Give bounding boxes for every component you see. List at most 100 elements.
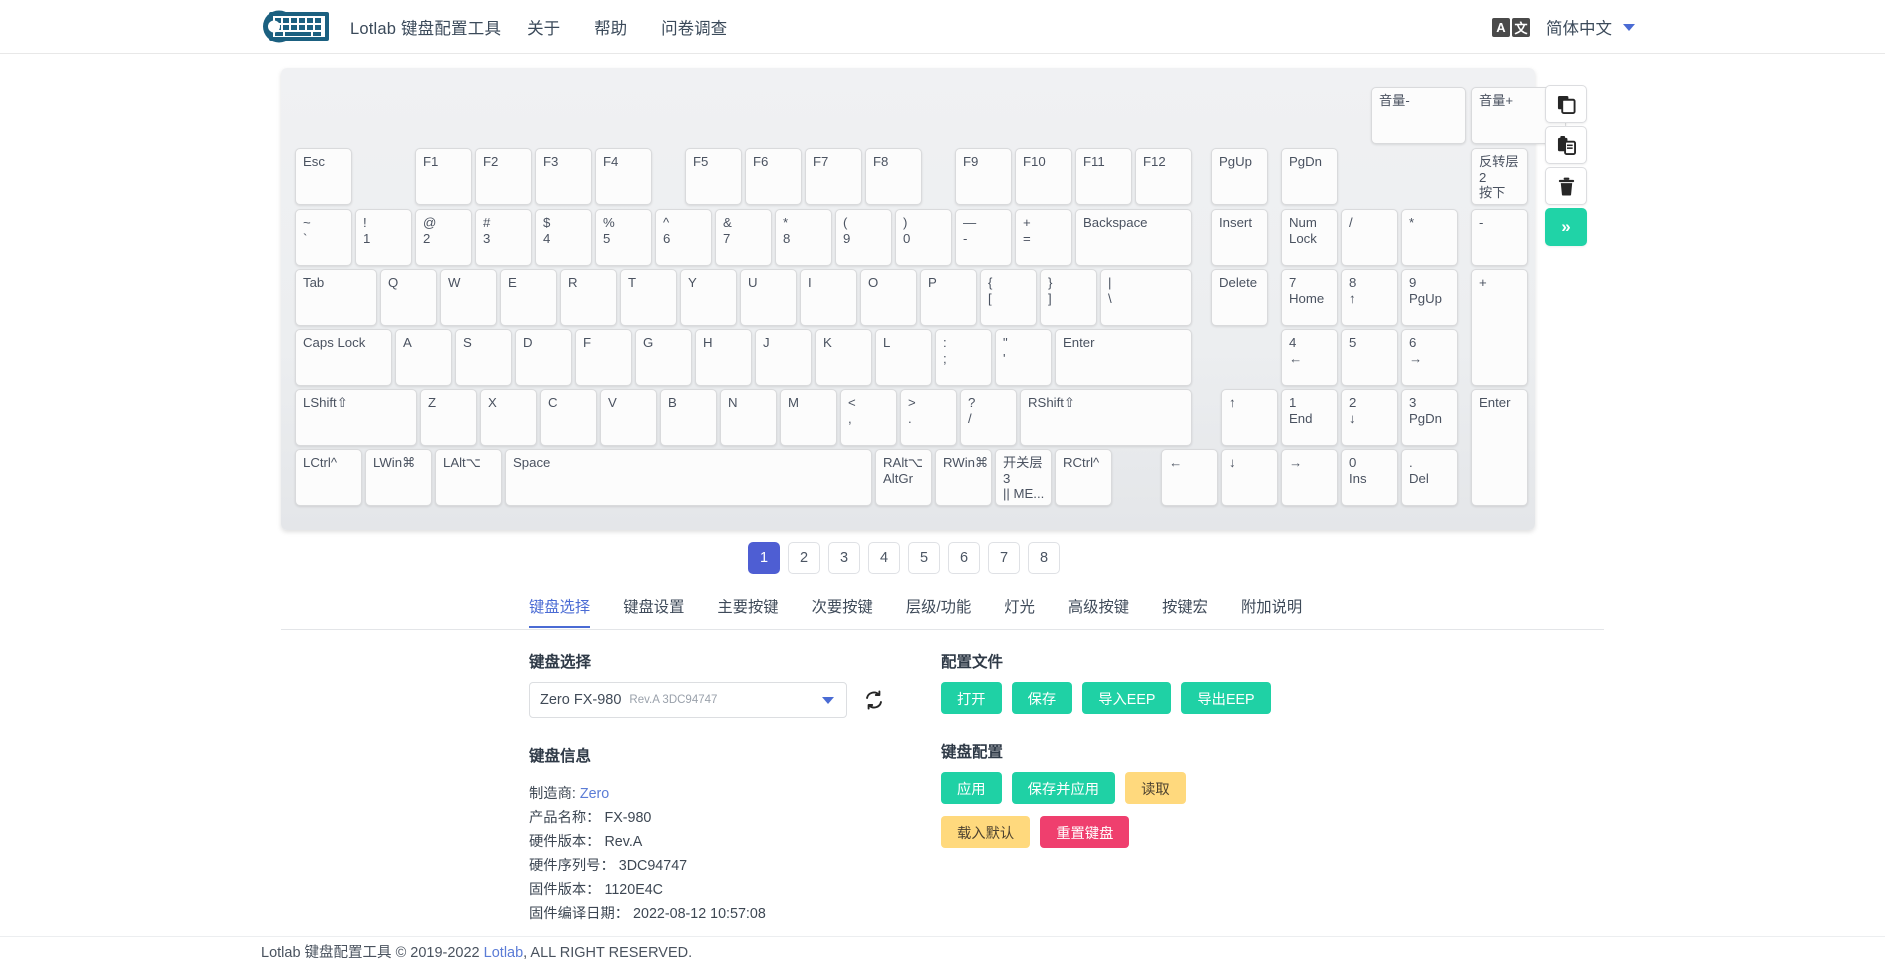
- keyboard-key[interactable]: X: [480, 389, 537, 446]
- keyboard-key[interactable]: F7: [805, 148, 862, 205]
- keyboard-key[interactable]: LShift⇧: [295, 389, 417, 446]
- action-button[interactable]: 导入EEP: [1082, 682, 1172, 714]
- keyboard-key[interactable]: 2 ↓: [1341, 389, 1398, 446]
- keyboard-key[interactable]: C: [540, 389, 597, 446]
- keyboard-key[interactable]: Y: [680, 269, 737, 326]
- keyboard-key[interactable]: 9 PgUp: [1401, 269, 1458, 326]
- keyboard-key[interactable]: F12: [1135, 148, 1192, 205]
- paste-icon[interactable]: [1545, 126, 1587, 164]
- nav-link-about[interactable]: 关于: [527, 15, 560, 39]
- keyboard-select-dropdown[interactable]: Zero FX-980 Rev.A 3DC94747: [529, 682, 847, 718]
- action-button[interactable]: 应用: [941, 772, 1002, 804]
- tab-3[interactable]: 次要按键: [812, 593, 873, 628]
- keyboard-key[interactable]: RShift⇧: [1020, 389, 1192, 446]
- tab-5[interactable]: 灯光: [1004, 593, 1035, 628]
- keyboard-key[interactable]: ^ 6: [655, 209, 712, 266]
- keyboard-key[interactable]: 音量-: [1371, 87, 1466, 144]
- keyboard-key[interactable]: . Del: [1401, 449, 1458, 506]
- info-row-value[interactable]: Zero: [576, 786, 609, 802]
- copy-icon[interactable]: [1545, 85, 1587, 123]
- keyboard-key[interactable]: I: [800, 269, 857, 326]
- page-button[interactable]: 4: [868, 542, 900, 574]
- keyboard-key[interactable]: G: [635, 329, 692, 386]
- keyboard-key[interactable]: Z: [420, 389, 477, 446]
- keyboard-key[interactable]: +: [1471, 269, 1528, 386]
- keyboard-key[interactable]: F10: [1015, 148, 1072, 205]
- keyboard-key[interactable]: Caps Lock: [295, 329, 392, 386]
- page-button[interactable]: 1: [748, 542, 780, 574]
- keyboard-key[interactable]: LAlt⌥: [435, 449, 502, 506]
- action-button[interactable]: 保存并应用: [1011, 772, 1116, 804]
- tab-2[interactable]: 主要按键: [717, 593, 778, 628]
- keyboard-key[interactable]: Q: [380, 269, 437, 326]
- keyboard-key[interactable]: 5: [1341, 329, 1398, 386]
- keyboard-key[interactable]: * 8: [775, 209, 832, 266]
- keyboard-key[interactable]: + =: [1015, 209, 1072, 266]
- keyboard-key[interactable]: M: [780, 389, 837, 446]
- keyboard-key[interactable]: } ]: [1040, 269, 1097, 326]
- keyboard-key[interactable]: Enter: [1055, 329, 1192, 386]
- keyboard-key[interactable]: % 5: [595, 209, 652, 266]
- keyboard-gear-logo[interactable]: [261, 8, 335, 45]
- keyboard-key[interactable]: D: [515, 329, 572, 386]
- keyboard-key[interactable]: →: [1281, 449, 1338, 506]
- action-button[interactable]: 导出EEP: [1181, 682, 1271, 714]
- keyboard-key[interactable]: — -: [955, 209, 1012, 266]
- keyboard-key[interactable]: V: [600, 389, 657, 446]
- action-button[interactable]: 保存: [1011, 682, 1073, 714]
- keyboard-key[interactable]: H: [695, 329, 752, 386]
- keyboard-key[interactable]: ~ `: [295, 209, 352, 266]
- keyboard-key[interactable]: 开关层 3 || ME...: [995, 449, 1052, 506]
- chevron-down-icon[interactable]: [1623, 23, 1635, 31]
- keyboard-key[interactable]: | \: [1100, 269, 1192, 326]
- keyboard-key[interactable]: Insert: [1211, 209, 1268, 266]
- keyboard-key[interactable]: LWin⌘: [365, 449, 432, 506]
- keyboard-key[interactable]: RCtrl^: [1055, 449, 1112, 506]
- keyboard-key[interactable]: O: [860, 269, 917, 326]
- keyboard-key[interactable]: 1 End: [1281, 389, 1338, 446]
- trash-icon[interactable]: [1545, 167, 1587, 205]
- keyboard-key[interactable]: 4 ←: [1281, 329, 1338, 386]
- footer-link-lotlab[interactable]: Lotlab: [484, 945, 524, 961]
- keyboard-key[interactable]: > .: [900, 389, 957, 446]
- keyboard-key[interactable]: ? /: [960, 389, 1017, 446]
- expand-icon[interactable]: »: [1545, 208, 1587, 246]
- tab-4[interactable]: 层级/功能: [906, 593, 971, 628]
- keyboard-key[interactable]: Num Lock: [1281, 209, 1338, 266]
- keyboard-key[interactable]: F: [575, 329, 632, 386]
- keyboard-key[interactable]: F1: [415, 148, 472, 205]
- refresh-icon[interactable]: [857, 682, 891, 718]
- keyboard-key[interactable]: PgUp: [1211, 148, 1268, 205]
- tab-7[interactable]: 按键宏: [1162, 593, 1208, 628]
- keyboard-key[interactable]: Enter: [1471, 389, 1528, 506]
- keyboard-key[interactable]: ) 0: [895, 209, 952, 266]
- keyboard-key[interactable]: : ;: [935, 329, 992, 386]
- tab-0[interactable]: 键盘选择: [529, 593, 591, 628]
- keyboard-key[interactable]: R: [560, 269, 617, 326]
- page-button[interactable]: 2: [788, 542, 820, 574]
- keyboard-key[interactable]: 8 ↑: [1341, 269, 1398, 326]
- keyboard-key[interactable]: B: [660, 389, 717, 446]
- keyboard-key[interactable]: RWin⌘: [935, 449, 992, 506]
- action-button[interactable]: 打开: [941, 682, 1002, 714]
- language-label[interactable]: 简体中文: [1546, 15, 1612, 39]
- keyboard-key[interactable]: Space: [505, 449, 872, 506]
- action-button[interactable]: 载入默认: [941, 816, 1031, 848]
- keyboard-key[interactable]: -: [1471, 209, 1528, 266]
- keyboard-key[interactable]: $ 4: [535, 209, 592, 266]
- keyboard-key[interactable]: F9: [955, 148, 1012, 205]
- keyboard-key[interactable]: ( 9: [835, 209, 892, 266]
- keyboard-key[interactable]: U: [740, 269, 797, 326]
- keyboard-key[interactable]: Tab: [295, 269, 377, 326]
- keyboard-key[interactable]: A: [395, 329, 452, 386]
- keyboard-key[interactable]: " ': [995, 329, 1052, 386]
- chevron-down-icon[interactable]: [822, 696, 834, 704]
- keyboard-key[interactable]: F11: [1075, 148, 1132, 205]
- keyboard-key[interactable]: < ,: [840, 389, 897, 446]
- page-button[interactable]: 5: [908, 542, 940, 574]
- keyboard-key[interactable]: 7 Home: [1281, 269, 1338, 326]
- keyboard-key[interactable]: LCtrl^: [295, 449, 362, 506]
- page-button[interactable]: 3: [828, 542, 860, 574]
- keyboard-key[interactable]: F4: [595, 148, 652, 205]
- keyboard-key[interactable]: N: [720, 389, 777, 446]
